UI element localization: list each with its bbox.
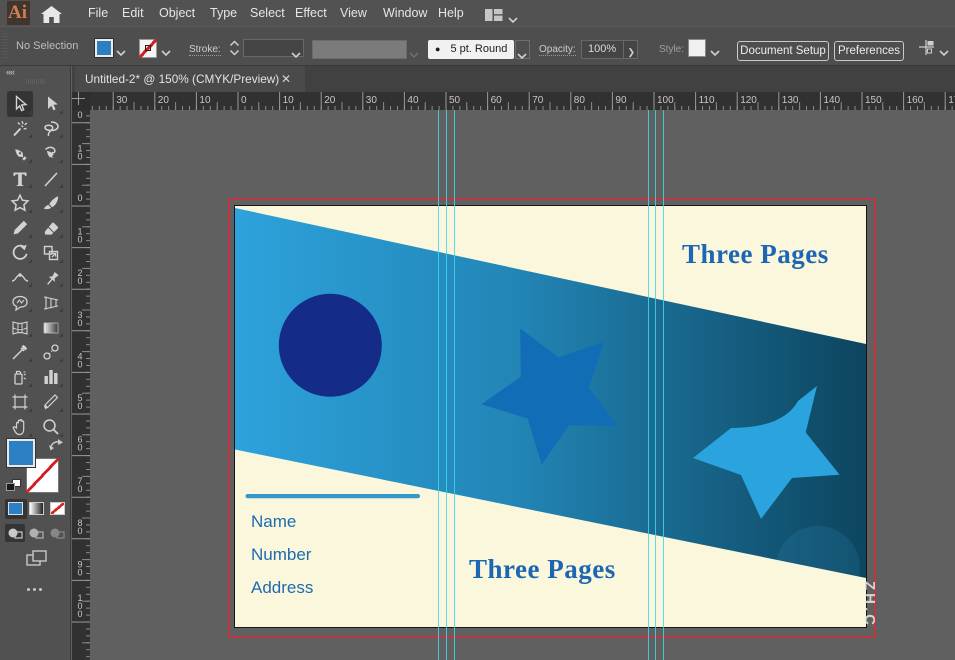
svg-text:0: 0 [78,526,83,536]
svg-text:20: 20 [158,95,170,106]
svg-text:0: 0 [78,110,83,120]
svg-text:10: 10 [199,95,211,106]
svg-text:0: 0 [78,567,83,577]
svg-text:0: 0 [78,609,83,619]
svg-text:80: 80 [574,95,586,106]
svg-text:170: 170 [948,95,955,106]
svg-text:0: 0 [78,443,83,453]
svg-text:30: 30 [116,95,128,106]
svg-text:30: 30 [366,95,378,106]
svg-text:0: 0 [78,276,83,286]
svg-text:130: 130 [782,95,799,106]
svg-text:50: 50 [449,95,461,106]
svg-text:160: 160 [907,95,924,106]
svg-text:0: 0 [78,318,83,328]
svg-text:70: 70 [532,95,544,106]
svg-text:0: 0 [78,193,83,203]
svg-text:100: 100 [657,95,674,106]
svg-text:10: 10 [283,95,295,106]
svg-text:60: 60 [491,95,503,106]
svg-text:120: 120 [740,95,757,106]
svg-text:110: 110 [699,95,715,106]
svg-text:0: 0 [78,235,83,245]
svg-text:20: 20 [324,95,336,106]
svg-text:0: 0 [78,401,83,411]
svg-text:150: 150 [865,95,882,106]
svg-text:40: 40 [407,95,419,106]
svg-text:0: 0 [241,95,247,106]
svg-text:140: 140 [823,95,840,106]
svg-text:90: 90 [615,95,627,106]
svg-text:0: 0 [78,359,83,369]
svg-text:0: 0 [78,151,83,161]
svg-text:0: 0 [78,484,83,494]
